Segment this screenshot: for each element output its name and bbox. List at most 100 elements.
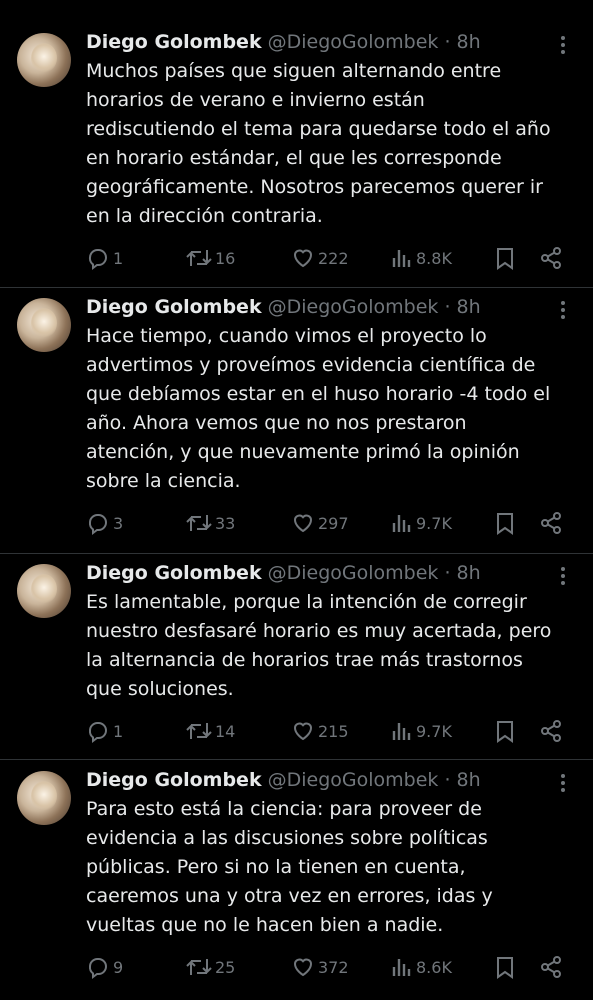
share-icon (541, 512, 561, 534)
views-count: 9.7K (416, 513, 452, 533)
reply-icon (88, 722, 108, 743)
more-icon[interactable] (553, 32, 573, 58)
share-button[interactable] (539, 244, 563, 272)
bookmark-icon (497, 721, 513, 743)
share-button[interactable] (539, 717, 563, 745)
retweet-icon (186, 959, 212, 975)
tweet[interactable]: Diego Golombek @DiegoGolombek · 8h Mucho… (0, 0, 593, 290)
reply-icon (88, 249, 108, 270)
views-button[interactable]: 8.6K (391, 953, 452, 981)
tweet-header: Diego Golombek @DiegoGolombek · 8h (86, 767, 481, 793)
retweet-count: 25 (215, 957, 236, 977)
like-count: 215 (318, 721, 349, 741)
bookmark-button[interactable] (494, 953, 516, 981)
reply-button[interactable]: 3 (86, 509, 123, 537)
tweet-header: Diego Golombek @DiegoGolombek · 8h (86, 294, 481, 320)
retweet-icon (186, 723, 212, 739)
bookmark-icon (497, 957, 513, 979)
views-icon (392, 515, 411, 532)
like-button[interactable]: 372 (291, 953, 349, 981)
retweet-button[interactable]: 16 (186, 244, 235, 272)
divider (0, 553, 593, 554)
author-handle[interactable]: @DiegoGolombek (268, 296, 439, 318)
avatar[interactable] (17, 771, 71, 825)
bookmark-button[interactable] (494, 717, 516, 745)
views-count: 8.8K (416, 248, 452, 268)
more-icon[interactable] (553, 770, 573, 796)
views-button[interactable]: 8.8K (391, 244, 452, 272)
reply-icon (88, 514, 108, 535)
reply-count: 3 (113, 513, 124, 533)
timestamp[interactable]: · 8h (444, 562, 480, 584)
avatar[interactable] (17, 564, 71, 618)
reply-button[interactable]: 1 (86, 717, 123, 745)
timestamp[interactable]: · 8h (444, 31, 480, 53)
like-count: 372 (318, 957, 349, 977)
retweet-count: 16 (215, 248, 236, 268)
author-name[interactable]: Diego Golombek (86, 31, 262, 53)
views-icon (392, 959, 411, 976)
bookmark-button[interactable] (494, 244, 516, 272)
views-count: 8.6K (416, 957, 452, 977)
more-icon[interactable] (553, 297, 573, 323)
reply-icon (88, 958, 108, 979)
share-icon (541, 247, 561, 269)
tweet[interactable]: Diego Golombek @DiegoGolombek · 8h Para … (0, 763, 593, 1000)
tweet-actions: 3 33 297 9.7K (86, 509, 576, 537)
avatar[interactable] (17, 33, 71, 87)
like-count: 297 (318, 513, 349, 533)
divider (0, 287, 593, 288)
views-count: 9.7K (416, 721, 452, 741)
share-button[interactable] (539, 509, 563, 537)
divider (0, 759, 593, 760)
bookmark-button[interactable] (494, 509, 516, 537)
heart-icon (293, 722, 313, 741)
like-button[interactable]: 297 (291, 509, 349, 537)
share-icon (541, 956, 561, 978)
author-name[interactable]: Diego Golombek (86, 562, 262, 584)
reply-count: 9 (113, 957, 124, 977)
avatar[interactable] (17, 298, 71, 352)
retweet-button[interactable]: 25 (186, 953, 235, 981)
retweet-icon (186, 250, 212, 266)
author-handle[interactable]: @DiegoGolombek (268, 31, 439, 53)
views-button[interactable]: 9.7K (391, 717, 452, 745)
timestamp[interactable]: · 8h (444, 769, 480, 791)
views-icon (392, 723, 411, 740)
tweet-actions: 1 16 222 8.8K (86, 244, 576, 272)
author-handle[interactable]: @DiegoGolombek (268, 769, 439, 791)
share-button[interactable] (539, 953, 563, 981)
like-button[interactable]: 215 (291, 717, 349, 745)
heart-icon (293, 249, 313, 268)
retweet-count: 33 (215, 513, 236, 533)
reply-count: 1 (113, 248, 124, 268)
retweet-button[interactable]: 33 (186, 509, 235, 537)
bookmark-icon (497, 513, 513, 535)
retweet-icon (186, 515, 212, 531)
reply-button[interactable]: 9 (86, 953, 123, 981)
tweet-header: Diego Golombek @DiegoGolombek · 8h (86, 560, 481, 586)
tweet[interactable]: Diego Golombek @DiegoGolombek · 8h Hace … (0, 290, 593, 550)
like-count: 222 (318, 248, 349, 268)
reply-count: 1 (113, 721, 124, 741)
tweet-header: Diego Golombek @DiegoGolombek · 8h (86, 29, 481, 55)
more-icon[interactable] (553, 563, 573, 589)
tweet-text: Muchos países que siguen alternando entr… (86, 60, 551, 227)
views-button[interactable]: 9.7K (391, 509, 452, 537)
bookmark-icon (497, 248, 513, 270)
tweet-actions: 1 14 215 9.7K (86, 717, 576, 745)
like-button[interactable]: 222 (291, 244, 349, 272)
timestamp[interactable]: · 8h (444, 296, 480, 318)
tweet[interactable]: Diego Golombek @DiegoGolombek · 8h Es la… (0, 556, 593, 756)
tweet-text: Para esto está la ciencia: para proveer … (86, 798, 493, 936)
share-icon (541, 720, 561, 742)
author-name[interactable]: Diego Golombek (86, 296, 262, 318)
author-name[interactable]: Diego Golombek (86, 769, 262, 791)
reply-button[interactable]: 1 (86, 244, 123, 272)
tweet-text: Es lamentable, porque la intención de co… (86, 591, 552, 700)
heart-icon (293, 958, 313, 977)
author-handle[interactable]: @DiegoGolombek (268, 562, 439, 584)
tweet-text: Hace tiempo, cuando vimos el proyecto lo… (86, 325, 551, 492)
tweet-actions: 9 25 372 8.6K (86, 953, 576, 981)
retweet-button[interactable]: 14 (186, 717, 235, 745)
